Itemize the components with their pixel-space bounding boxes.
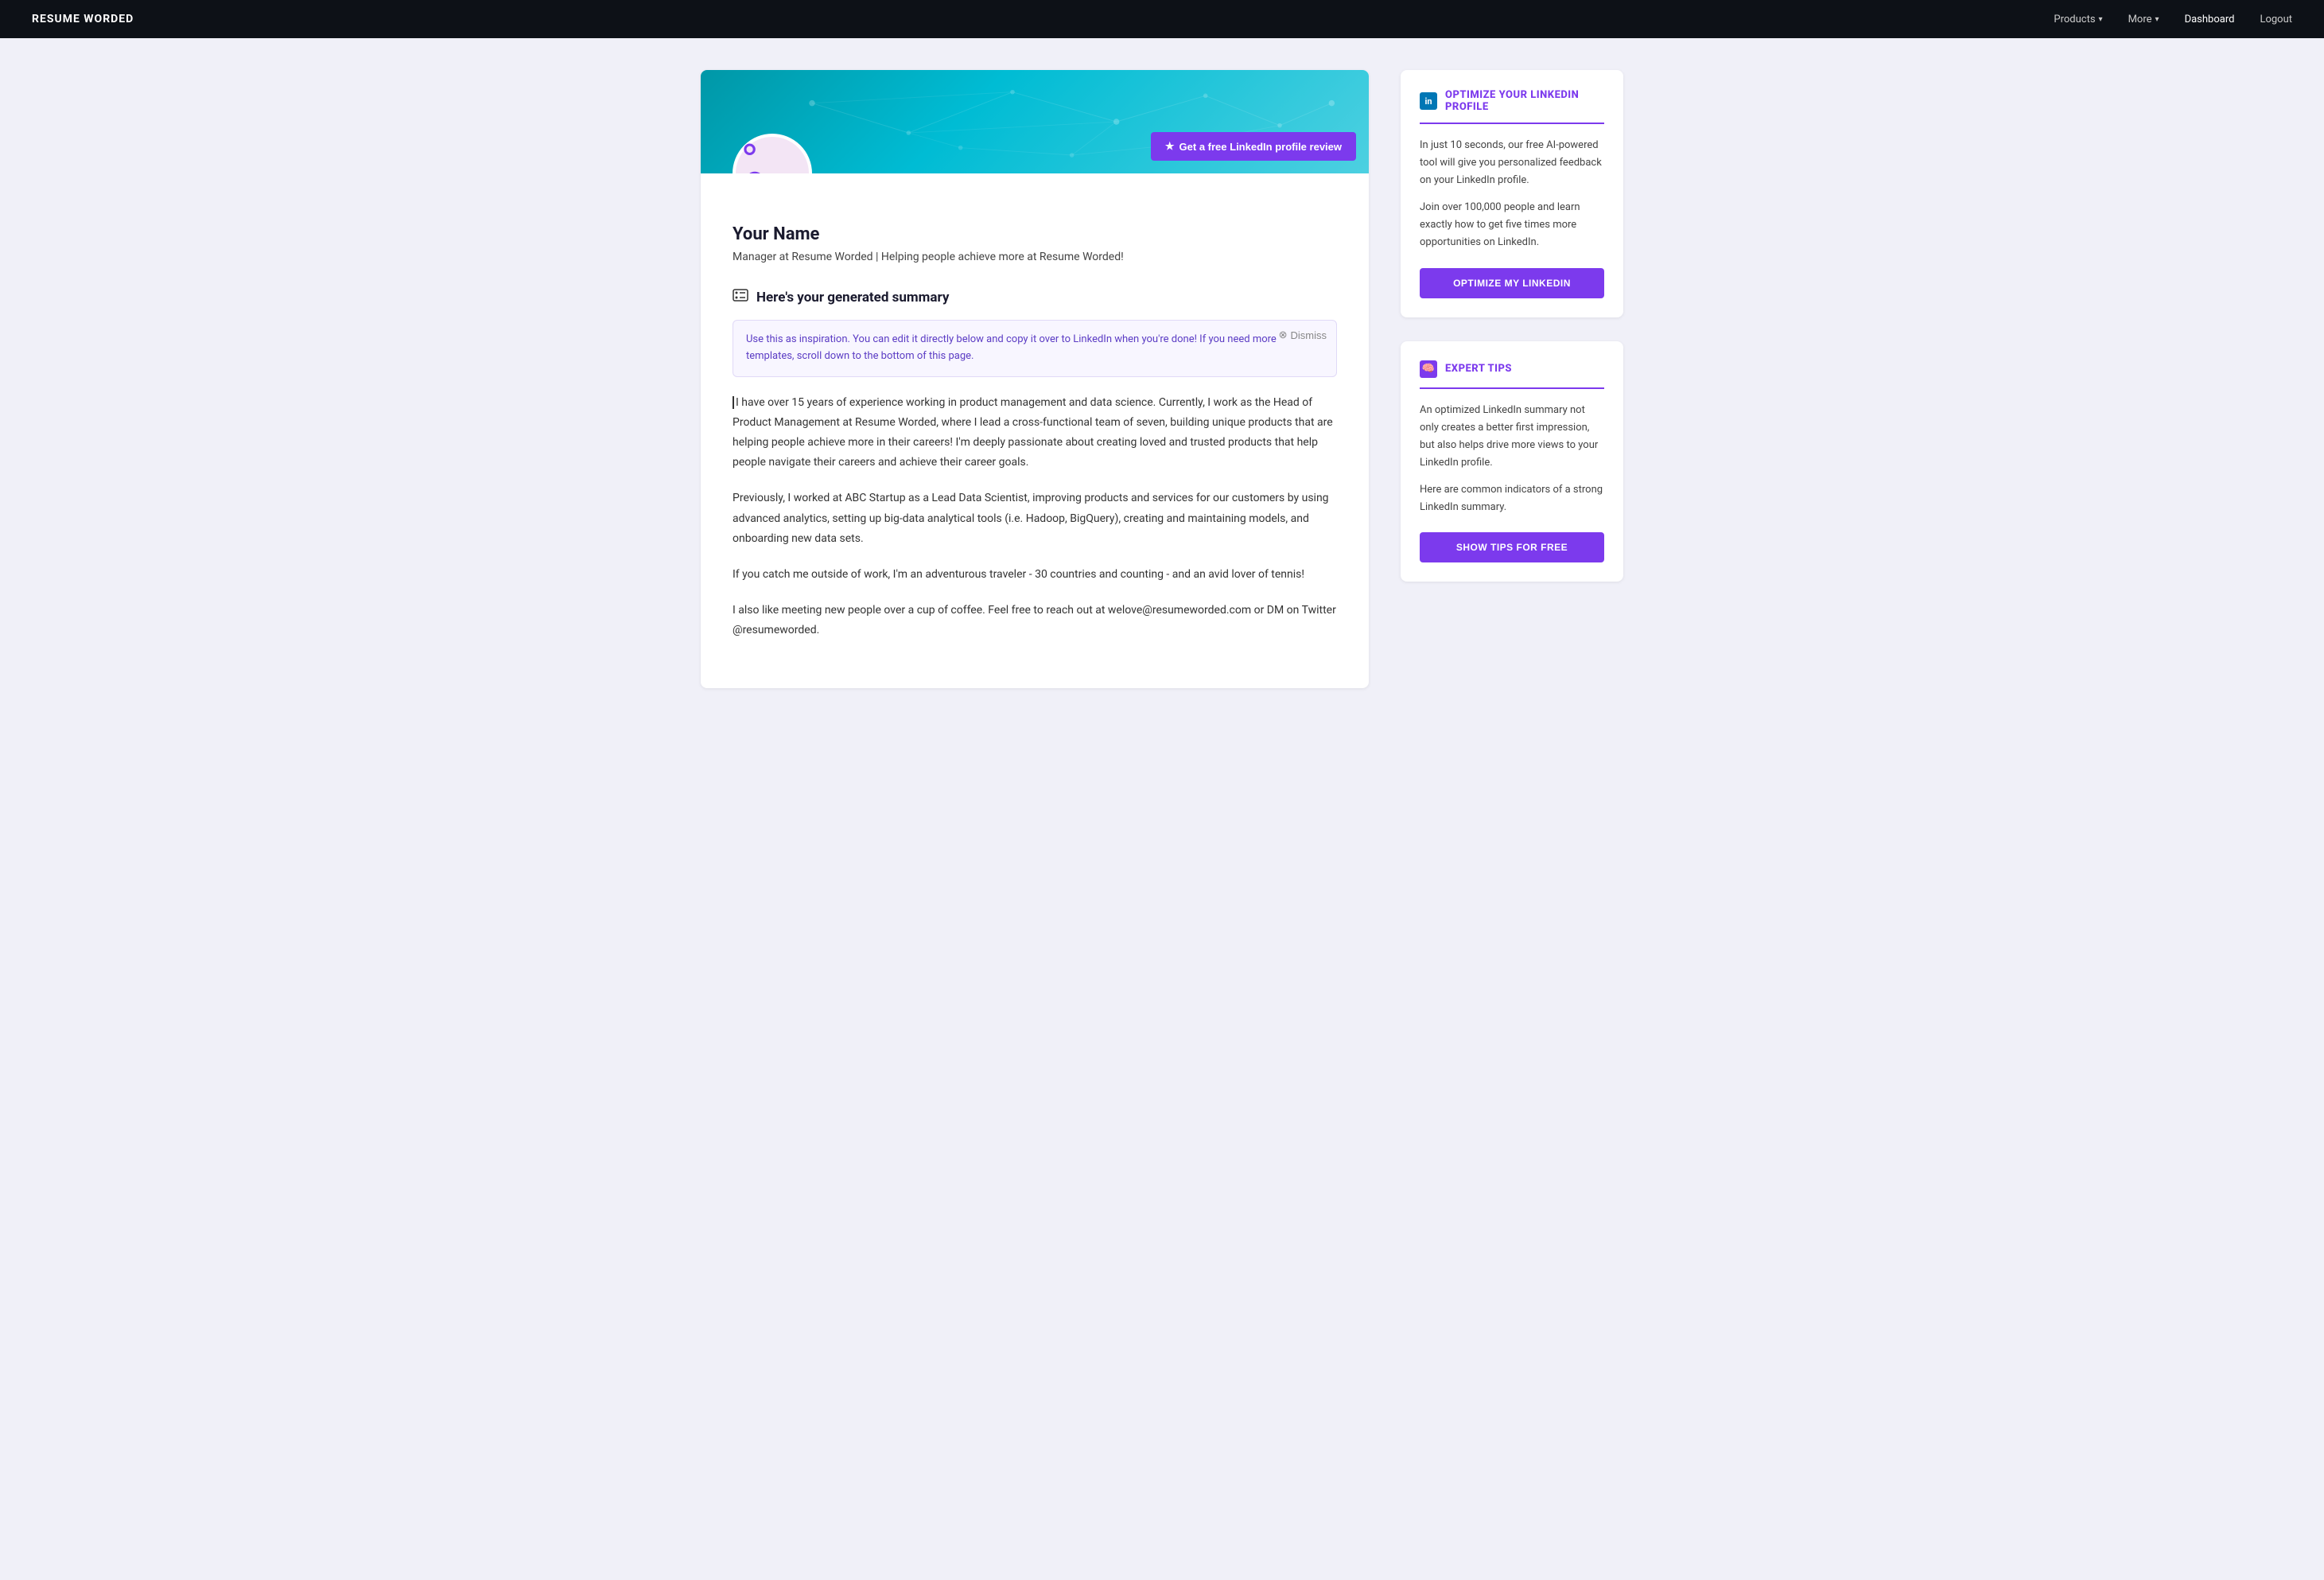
linkedin-card-title: OPTIMIZE YOUR LINKEDIN PROFILE	[1445, 89, 1604, 113]
summary-paragraph-3: If you catch me outside of work, I'm an …	[733, 565, 1337, 585]
summary-section: Here's your generated summary Use this a…	[701, 287, 1369, 688]
profile-avatar-wrapper: ⚬	[733, 134, 812, 173]
user-icon: ⚬	[736, 134, 809, 173]
linkedin-card-header: in OPTIMIZE YOUR LINKEDIN PROFILE	[1420, 89, 1604, 113]
summary-paragraph-2: Previously, I worked at ABC Startup as a…	[733, 488, 1337, 549]
linkedin-optimize-card: in OPTIMIZE YOUR LINKEDIN PROFILE In jus…	[1401, 70, 1623, 317]
info-box-text: Use this as inspiration. You can edit it…	[746, 332, 1323, 365]
nav-items: Products ▾ More ▾ Dashboard Logout	[2054, 14, 2292, 25]
show-tips-button[interactable]: SHOW TIPS FOR FREE	[1420, 532, 1604, 562]
profile-avatar: ⚬	[733, 134, 812, 173]
summary-paragraph-4: I also like meeting new people over a cu…	[733, 601, 1337, 640]
products-chevron-icon: ▾	[2099, 15, 2103, 24]
brand-logo: RESUME WORDED	[32, 13, 134, 25]
tips-card-title: EXPERT TIPS	[1445, 363, 1512, 375]
linkedin-divider	[1420, 123, 1604, 124]
nav-logout[interactable]: Logout	[2260, 14, 2292, 25]
summary-icon	[733, 287, 748, 307]
main-content: ⚬ ★ Get a free LinkedIn profile review Y…	[701, 70, 1369, 688]
summary-heading: Here's your generated summary	[733, 287, 1337, 307]
info-box: Use this as inspiration. You can edit it…	[733, 320, 1337, 377]
text-cursor	[733, 396, 734, 409]
summary-text[interactable]: I have over 15 years of experience worki…	[733, 393, 1337, 641]
optimize-linkedin-button[interactable]: OPTIMIZE MY LINKEDIN	[1420, 268, 1604, 298]
brain-icon: 🧠	[1420, 360, 1437, 378]
dismiss-button[interactable]: ⊗ Dismiss	[1279, 329, 1327, 341]
tips-divider	[1420, 387, 1604, 389]
tips-card-body: An optimized LinkedIn summary not only c…	[1420, 402, 1604, 517]
review-button-wrapper: ★ Get a free LinkedIn profile review	[1151, 132, 1356, 161]
summary-paragraph-1: I have over 15 years of experience worki…	[733, 393, 1337, 473]
nav-more[interactable]: More ▾	[2128, 14, 2159, 25]
profile-banner: ⚬ ★ Get a free LinkedIn profile review	[701, 70, 1369, 173]
profile-headline: Manager at Resume Worded | Helping peopl…	[733, 251, 1337, 263]
tips-card-header: 🧠 EXPERT TIPS	[1420, 360, 1604, 378]
star-icon: ★	[1165, 140, 1175, 153]
expert-tips-card: 🧠 EXPERT TIPS An optimized LinkedIn summ…	[1401, 341, 1623, 582]
nav-dashboard[interactable]: Dashboard	[2185, 14, 2235, 25]
circle-x-icon: ⊗	[1279, 329, 1288, 341]
more-chevron-icon: ▾	[2155, 15, 2159, 24]
linkedin-card-body: In just 10 seconds, our free AI-powered …	[1420, 137, 1604, 252]
navbar: RESUME WORDED Products ▾ More ▾ Dashboar…	[0, 0, 2324, 38]
linkedin-review-button[interactable]: ★ Get a free LinkedIn profile review	[1151, 132, 1356, 161]
profile-info-section: Your Name Manager at Resume Worded | Hel…	[701, 173, 1369, 287]
sidebar: in OPTIMIZE YOUR LINKEDIN PROFILE In jus…	[1401, 70, 1623, 582]
linkedin-icon: in	[1420, 92, 1437, 110]
page-wrapper: ⚬ ★ Get a free LinkedIn profile review Y…	[685, 38, 1639, 720]
profile-name: Your Name	[733, 224, 1337, 244]
nav-products[interactable]: Products ▾	[2054, 14, 2102, 25]
